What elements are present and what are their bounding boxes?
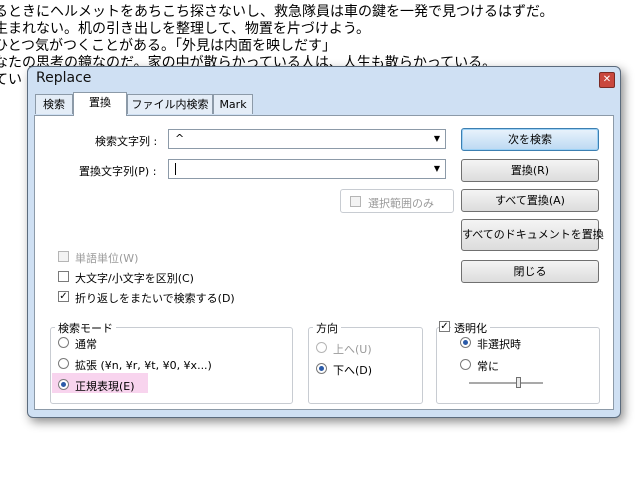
- transparency-checkbox[interactable]: ✓: [439, 321, 450, 332]
- transparency-inactive-radio[interactable]: [460, 337, 471, 348]
- dialog-title: Replace: [36, 70, 92, 86]
- background-text-line-5: てい: [0, 72, 22, 88]
- wrap-around-checkbox[interactable]: ✓: [58, 291, 69, 302]
- transparency-title: 透明化: [451, 320, 490, 336]
- direction-title: 方向: [313, 320, 341, 336]
- replace-dropdown-icon[interactable]: ▼: [434, 160, 440, 178]
- replace-panel: 検索文字列 : ^ ▼ 置換文字列(P) : ▼ 選択範囲のみ 次を検索 置換(…: [34, 115, 614, 410]
- radio-dot: [463, 340, 468, 345]
- replace-input[interactable]: ▼: [168, 159, 446, 179]
- in-selection-label: 選択範囲のみ: [368, 197, 434, 210]
- search-mode-regex-label: 正規表現(E): [75, 380, 135, 393]
- whole-word-checkbox[interactable]: [58, 251, 69, 262]
- replace-button[interactable]: 置換(R): [461, 159, 599, 182]
- transparency-slider-track[interactable]: [469, 382, 543, 385]
- replace-all-button[interactable]: すべて置換(A): [461, 189, 599, 212]
- wrap-around-label: 折り返しをまたいで検索する(D): [75, 292, 235, 305]
- find-label: 検索文字列 :: [95, 135, 158, 148]
- in-selection-checkbox[interactable]: [350, 196, 361, 207]
- close-icon[interactable]: ✕: [599, 72, 615, 88]
- search-mode-extended-radio[interactable]: [58, 358, 69, 369]
- replace-all-documents-button[interactable]: すべてのドキュメントを置換: [461, 219, 604, 251]
- whole-word-label: 単語単位(W): [75, 252, 139, 265]
- replace-label: 置換文字列(P) :: [79, 165, 157, 178]
- background-text-line-1: るときにヘルメットをあちこち探さないし、救急隊員は車の鍵を一発で見つけるはずだ。: [0, 4, 554, 20]
- background-text-line-3: ひとつ気がつくことがある。「外見は内面を映しだす」: [0, 38, 337, 54]
- tab-find-in-files[interactable]: ファイル内検索: [127, 94, 213, 114]
- transparency-inactive-label: 非選択時: [477, 338, 521, 351]
- direction-down-radio[interactable]: [316, 363, 327, 374]
- find-dropdown-icon[interactable]: ▼: [434, 130, 440, 148]
- radio-dot: [319, 366, 324, 371]
- check-icon: ✓: [59, 291, 68, 302]
- replace-dialog: Replace ✕ 検索 置換 ファイル内検索 Mark 検索文字列 : ^ ▼…: [27, 66, 621, 418]
- transparency-always-label: 常に: [477, 360, 499, 373]
- text-caret: [175, 163, 176, 175]
- tab-find[interactable]: 検索: [35, 94, 73, 114]
- direction-up-radio[interactable]: [316, 342, 327, 353]
- find-input[interactable]: ^ ▼: [168, 129, 446, 149]
- check-icon: ✓: [440, 321, 449, 332]
- dialog-titlebar[interactable]: Replace ✕: [28, 67, 620, 91]
- match-case-label: 大文字/小文字を区別(C): [75, 272, 194, 285]
- direction-down-label: 下へ(D): [333, 364, 373, 377]
- direction-up-label: 上へ(U): [333, 343, 372, 356]
- transparency-slider-thumb[interactable]: [516, 377, 521, 388]
- find-input-value: ^: [175, 132, 185, 145]
- find-next-button[interactable]: 次を検索: [461, 128, 599, 151]
- close-button[interactable]: 閉じる: [461, 260, 599, 283]
- match-case-checkbox[interactable]: [58, 271, 69, 282]
- transparency-always-radio[interactable]: [460, 359, 471, 370]
- in-selection-box: 選択範囲のみ: [340, 189, 454, 213]
- search-mode-normal-label: 通常: [75, 338, 97, 351]
- tab-replace[interactable]: 置換: [73, 92, 127, 116]
- search-mode-extended-label: 拡張 (¥n, ¥r, ¥t, ¥0, ¥x...): [75, 359, 212, 372]
- tab-mark[interactable]: Mark: [213, 94, 253, 114]
- search-mode-title: 検索モード: [55, 320, 116, 336]
- search-mode-normal-radio[interactable]: [58, 337, 69, 348]
- radio-dot: [61, 382, 66, 387]
- search-mode-regex-radio[interactable]: [58, 379, 69, 390]
- background-text-line-2: 生まれない。机の引き出しを整理して、物置を片づけよう。: [0, 21, 371, 37]
